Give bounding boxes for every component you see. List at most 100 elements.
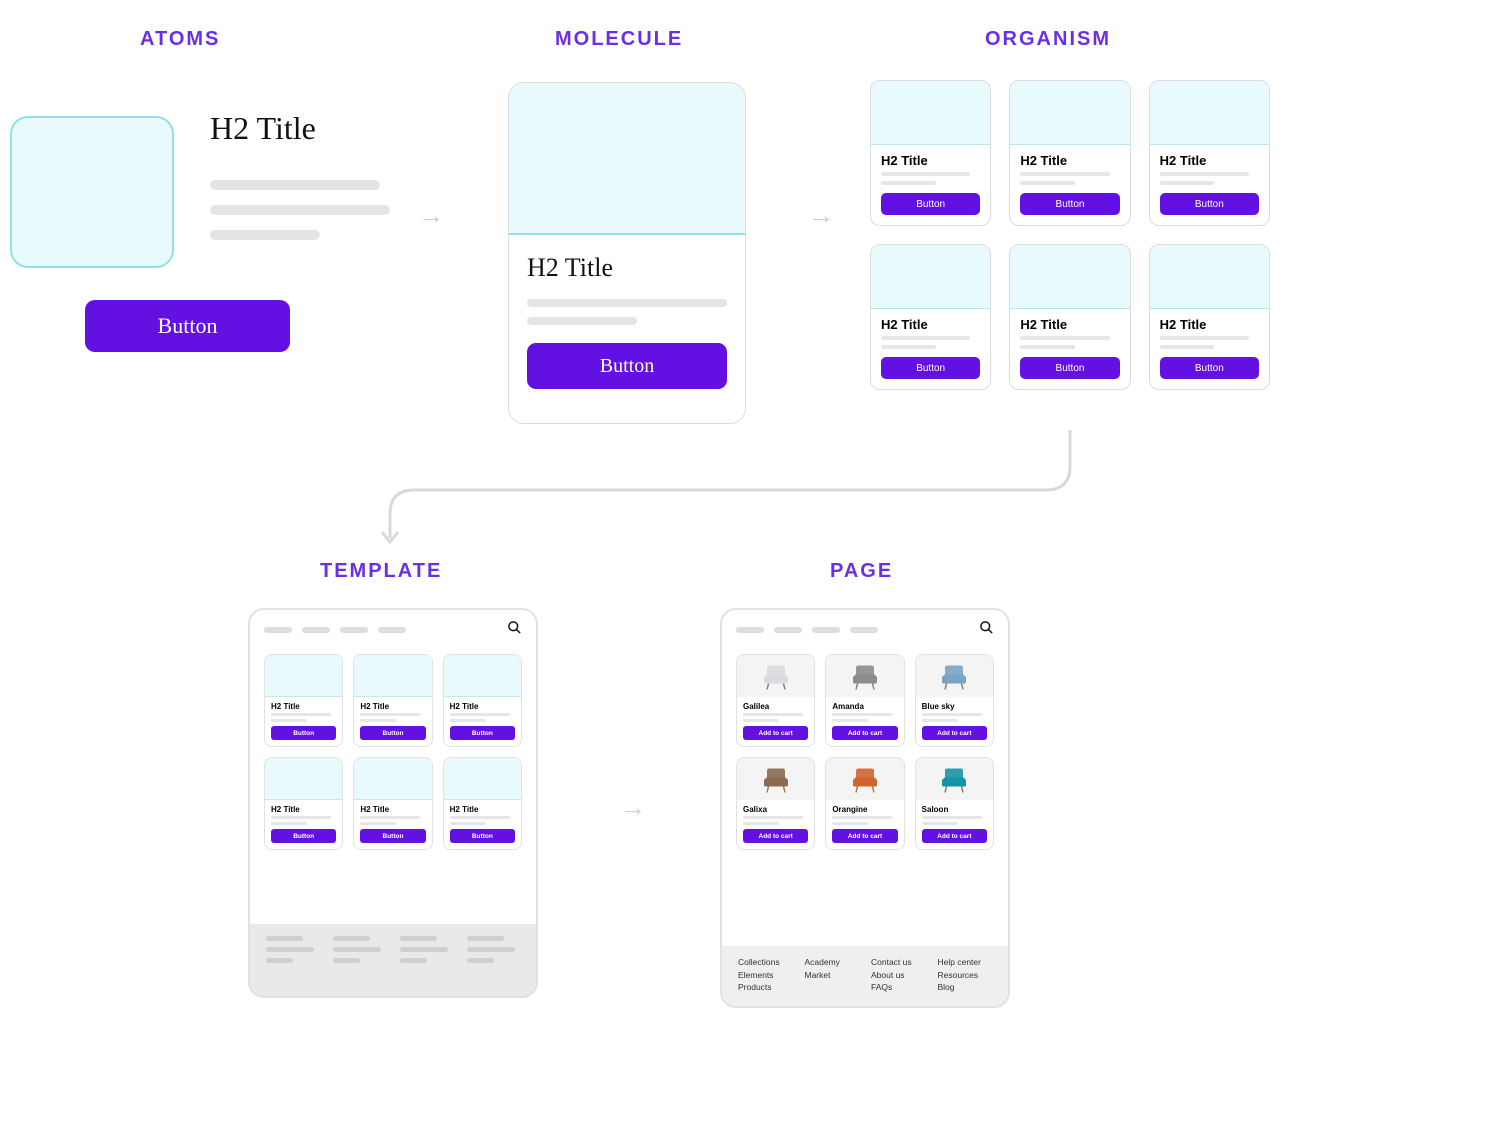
organism-card-button[interactable]: Button	[1160, 193, 1259, 215]
organism-card-button[interactable]: Button	[1160, 357, 1259, 379]
arrow-right-icon: →	[620, 792, 646, 823]
footer-link[interactable]: Products	[738, 981, 793, 994]
template-card-lines	[354, 816, 431, 825]
product-name: Blue sky	[916, 697, 993, 713]
template-card-button[interactable]: Button	[450, 829, 515, 843]
add-to-cart-button[interactable]: Add to cart	[832, 829, 897, 843]
organism-card: H2 Title Button	[870, 244, 991, 390]
organism-card-button[interactable]: Button	[881, 357, 980, 379]
molecule-paragraph-placeholder	[527, 299, 727, 325]
organism-card-lines	[871, 172, 990, 185]
add-to-cart-button[interactable]: Add to cart	[922, 829, 987, 843]
template-card-image	[265, 655, 342, 697]
organism-card: H2 Title Button	[1149, 244, 1270, 390]
organism-card-title: H2 Title	[871, 309, 990, 336]
footer-link[interactable]: Resources	[938, 969, 993, 982]
atom-button[interactable]: Button	[85, 300, 290, 352]
organism-card-button[interactable]: Button	[1020, 193, 1119, 215]
organism-card-image	[871, 81, 990, 145]
template-card-button[interactable]: Button	[271, 829, 336, 843]
template-card: H2 Title Button	[443, 654, 522, 747]
template-topbar	[250, 610, 536, 650]
template-card-title: H2 Title	[265, 697, 342, 713]
add-to-cart-button[interactable]: Add to cart	[922, 726, 987, 740]
organism-card-lines	[1150, 336, 1269, 349]
organism-card-lines	[871, 336, 990, 349]
organism-card-image	[1010, 245, 1129, 309]
template-card-button[interactable]: Button	[450, 726, 515, 740]
section-label-atoms: ATOMS	[140, 28, 220, 51]
footer-link[interactable]: About us	[871, 969, 926, 982]
organism-card-lines	[1150, 172, 1269, 185]
add-to-cart-button[interactable]: Add to cart	[743, 726, 808, 740]
template-card-title: H2 Title	[444, 800, 521, 816]
footer-link[interactable]: Academy	[805, 956, 860, 969]
nav-placeholder	[264, 627, 292, 633]
product-image	[916, 655, 993, 697]
section-label-page: PAGE	[830, 560, 893, 583]
template-card-button[interactable]: Button	[360, 829, 425, 843]
footer-link[interactable]: Elements	[738, 969, 793, 982]
organism-card-title: H2 Title	[1150, 309, 1269, 336]
section-label-organism: ORGANISM	[985, 28, 1111, 51]
template-card: H2 Title Button	[264, 757, 343, 850]
atom-image-placeholder	[10, 116, 174, 268]
product-lines	[826, 713, 903, 722]
product-lines	[916, 713, 993, 722]
nav-placeholder	[302, 627, 330, 633]
footer-link[interactable]: Collections	[738, 956, 793, 969]
search-icon[interactable]	[979, 620, 994, 640]
template-card-button[interactable]: Button	[360, 726, 425, 740]
product-name: Saloon	[916, 800, 993, 816]
template-card: H2 Title Button	[353, 757, 432, 850]
product-image	[826, 758, 903, 800]
product-image	[826, 655, 903, 697]
organism-card-title: H2 Title	[871, 145, 990, 172]
organism-card-button[interactable]: Button	[1020, 357, 1119, 379]
footer-link[interactable]: Blog	[938, 981, 993, 994]
nav-placeholder	[850, 627, 878, 633]
section-label-template: TEMPLATE	[320, 560, 442, 583]
footer-col-placeholder	[467, 936, 520, 984]
page-product-card: Galixa Add to cart	[736, 757, 815, 850]
molecule-card: H2 Title Button	[508, 82, 746, 424]
organism-card-button[interactable]: Button	[881, 193, 980, 215]
page-topbar	[722, 610, 1008, 650]
footer-col: Collections Elements Products	[738, 956, 793, 994]
molecule-button[interactable]: Button	[527, 343, 727, 389]
organism-card-image	[1150, 81, 1269, 145]
template-card-lines	[444, 713, 521, 722]
nav-placeholder	[736, 627, 764, 633]
add-to-cart-button[interactable]: Add to cart	[743, 829, 808, 843]
footer-col-placeholder	[400, 936, 453, 984]
nav-placeholder	[774, 627, 802, 633]
footer-link[interactable]: Contact us	[871, 956, 926, 969]
nav-placeholder	[378, 627, 406, 633]
arrow-right-icon: →	[808, 200, 834, 231]
template-card-title: H2 Title	[354, 800, 431, 816]
product-lines	[826, 816, 903, 825]
organism-card: H2 Title Button	[870, 80, 991, 226]
product-image	[916, 758, 993, 800]
template-footer	[250, 924, 536, 996]
page-product-card: Galilea Add to cart	[736, 654, 815, 747]
footer-link[interactable]: Help center	[938, 956, 993, 969]
nav-placeholder	[340, 627, 368, 633]
product-name: Galixa	[737, 800, 814, 816]
product-image	[737, 758, 814, 800]
add-to-cart-button[interactable]: Add to cart	[832, 726, 897, 740]
page-footer: Collections Elements Products Academy Ma…	[722, 946, 1008, 1006]
page-device: Galilea Add to cart Amanda Add to cart	[720, 608, 1010, 1008]
template-card-button[interactable]: Button	[271, 726, 336, 740]
search-icon[interactable]	[507, 620, 522, 640]
template-card-lines	[444, 816, 521, 825]
organism-card: H2 Title Button	[1009, 244, 1130, 390]
product-name: Orangine	[826, 800, 903, 816]
footer-link[interactable]: Market	[805, 969, 860, 982]
template-card-image	[444, 655, 521, 697]
atom-paragraph-placeholder	[210, 180, 390, 255]
footer-link[interactable]: FAQs	[871, 981, 926, 994]
organism-card: H2 Title Button	[1009, 80, 1130, 226]
section-label-molecule: MOLECULE	[555, 28, 683, 51]
template-card-image	[354, 655, 431, 697]
